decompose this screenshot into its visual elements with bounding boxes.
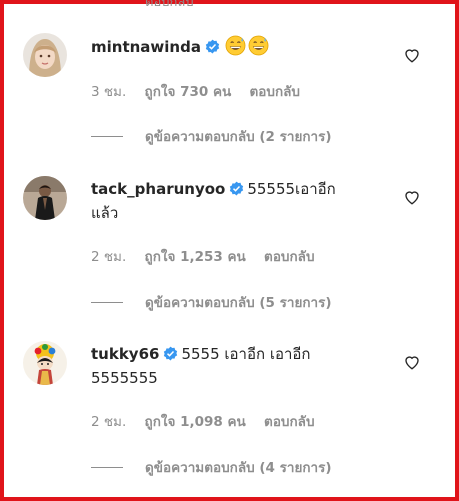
reply-button[interactable]: ตอบกลับ	[264, 249, 314, 265]
comment-text: tack_pharunyoo 55555เอาอีก แล้ว	[91, 180, 336, 222]
view-replies-button[interactable]: ดูข้อความตอบกลับ (4 รายการ)	[91, 456, 332, 478]
comment-text: mintnawinda	[91, 35, 397, 59]
comment-username[interactable]: mintnawinda	[91, 38, 201, 56]
view-replies-button[interactable]: ดูข้อความตอบกลับ (5 รายการ)	[91, 291, 332, 313]
divider-line	[91, 302, 123, 303]
reply-button[interactable]: ตอบกลับ	[264, 414, 314, 430]
avatar[interactable]	[23, 33, 67, 77]
like-heart-icon[interactable]	[403, 46, 421, 64]
comment-meta: 3 ชม. ถูกใจ 730 คน ตอบกลับ	[91, 80, 314, 102]
previous-reply-link[interactable]: ตอบกลับ	[145, 0, 194, 8]
comment-username[interactable]: tack_pharunyoo	[91, 180, 225, 198]
verified-badge-icon	[230, 181, 244, 196]
comment-username[interactable]: tukky66	[91, 345, 159, 363]
view-replies-button[interactable]: ดูข้อความตอบกลับ (2 รายการ)	[91, 125, 332, 147]
verified-badge-icon	[205, 39, 220, 54]
divider-line	[91, 136, 123, 137]
comment-likes[interactable]: ถูกใจ 1,098 คน	[145, 414, 246, 430]
comment-time[interactable]: 2 ชม.	[91, 414, 126, 430]
comment-meta: 2 ชม. ถูกใจ 1,253 คน ตอบกลับ	[91, 245, 329, 267]
comment-time[interactable]: 3 ชม.	[91, 84, 126, 100]
like-heart-icon[interactable]	[403, 353, 421, 371]
divider-line	[91, 467, 123, 468]
comment-likes[interactable]: ถูกใจ 730 คน	[145, 84, 232, 100]
grinning-sweat-emoji-icon	[225, 35, 246, 56]
grinning-sweat-emoji-icon	[248, 35, 269, 56]
avatar[interactable]	[23, 176, 67, 220]
comment-text: tukky66 5555 เอาอีก เอาอีก 5555555	[91, 345, 311, 387]
previous-comment-fragment: ตอบกลับ	[50, 0, 410, 8]
comment-likes[interactable]: ถูกใจ 1,253 คน	[145, 249, 246, 265]
comment-time[interactable]: 2 ชม.	[91, 249, 126, 265]
like-heart-icon[interactable]	[403, 188, 421, 206]
avatar[interactable]	[23, 341, 67, 385]
comment-meta: 2 ชม. ถูกใจ 1,098 คน ตอบกลับ	[91, 410, 329, 432]
reply-button[interactable]: ตอบกลับ	[250, 84, 300, 100]
verified-badge-icon	[164, 346, 178, 361]
